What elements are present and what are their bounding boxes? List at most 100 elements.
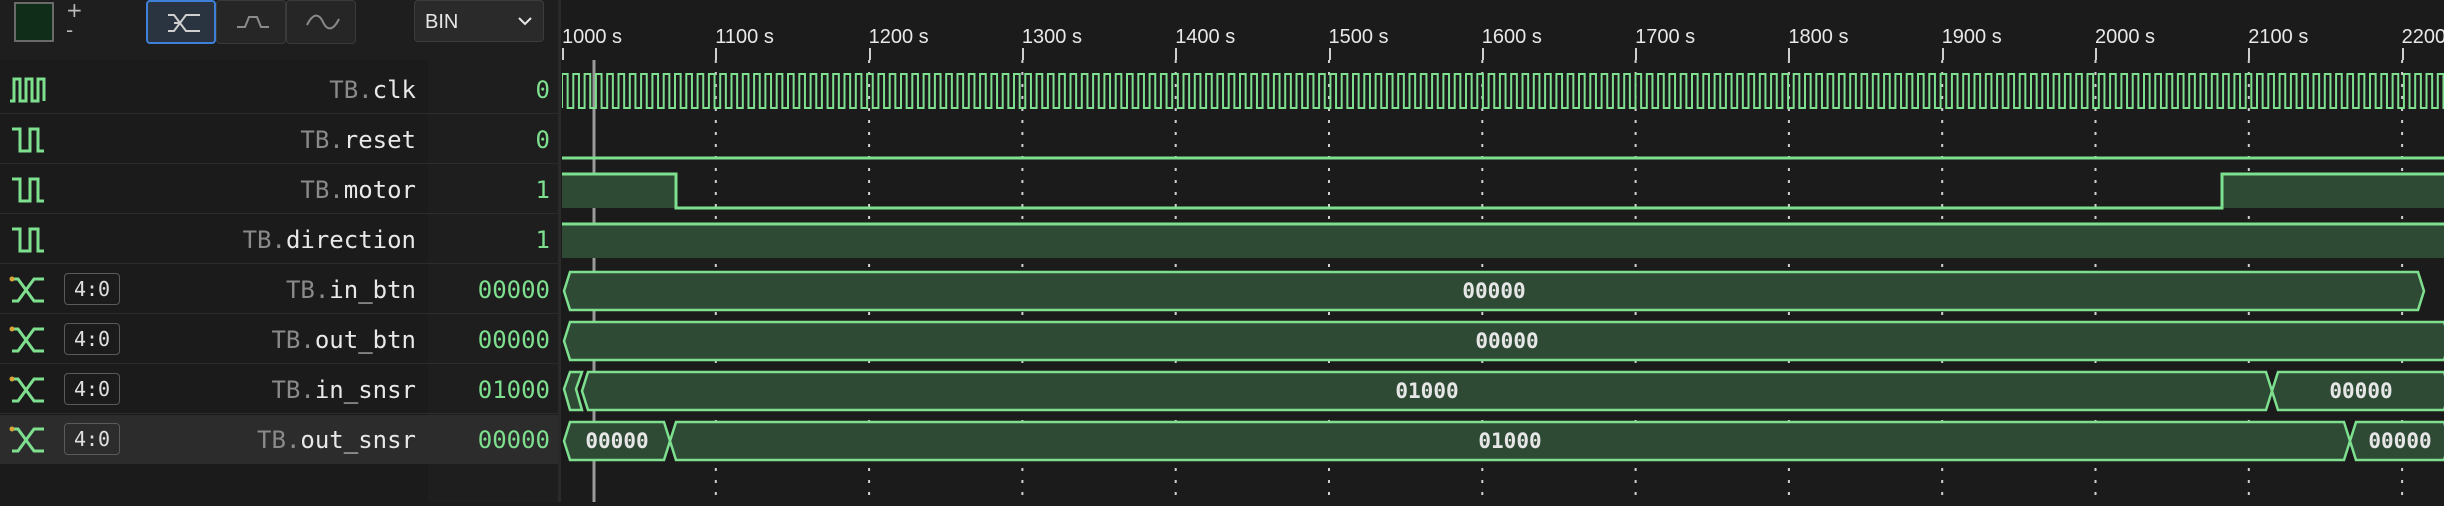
signal-value-text: 00000 [477,276,550,304]
signal-value-direction: 1 [428,215,560,264]
signal-value-out_btn: 00000 [428,315,560,364]
motor-high-fill [562,174,676,208]
out-snsr-segment-label: 01000 [1478,429,1541,453]
in-btn-segment-label: 00000 [1462,279,1525,303]
ruler-tick-mark [2401,48,2404,60]
signal-value-text: 1 [535,226,550,254]
signal-scope: TB. [300,126,344,154]
waveform-canvas[interactable]: 00000 00000 01000 00000 00000 01000 00000 [561,60,2444,502]
signal-name: TB.motor [300,176,416,204]
motor-high-fill [2222,174,2444,208]
format-select[interactable]: BIN [414,0,544,42]
ruler-tick-mark [1941,48,1944,60]
ruler-tick-mark [562,48,564,60]
signal-row-in_snsr[interactable]: 4:0 TB.in_snsr [0,365,428,414]
signal-row-in_btn[interactable]: 4:0 TB.in_btn [0,265,428,314]
bus-icon [168,14,200,32]
signal-value-out_snsr: 00000 [428,415,560,464]
signal-name: TB.out_btn [271,326,416,354]
color-swatch[interactable] [14,2,54,42]
signal-value-text: 0 [535,126,550,154]
signal-value-text: 00000 [477,326,550,354]
signal-value-panel: 0 0 1 1 00000 00000 01000 00000 [428,60,560,502]
bit-signal-icon [8,225,48,259]
bit-range-badge[interactable]: 4:0 [64,423,120,455]
remove-button[interactable]: - [66,18,73,42]
out-snsr-segment-label: 00000 [2368,429,2431,453]
waveform-area[interactable]: 00000 00000 01000 00000 00000 01000 00000 [561,60,2444,502]
ruler-tick-label: 2100 s [2248,26,2309,48]
bit-range-badge[interactable]: 4:0 [64,273,120,305]
ruler-tick-label: 2200 [2401,26,2444,48]
signal-value-text: 00000 [477,426,550,454]
bit-signal-icon [8,125,48,159]
ruler-tick-mark [1175,48,1178,60]
ruler-tick-label: 1300 s [1021,26,1082,48]
signal-basename: clk [372,76,416,104]
signal-row-direction[interactable]: TB.direction [0,215,428,264]
signal-value-in_btn: 00000 [428,265,560,314]
signal-row-out_snsr[interactable]: 4:0 TB.out_snsr [0,415,428,464]
ruler-tick-label: 1800 s [1788,26,1849,48]
in-snsr-segment-label: 00000 [2329,379,2392,403]
signal-value-motor: 1 [428,165,560,214]
bus-mode-button[interactable] [146,0,216,44]
signal-basename: in_snsr [314,376,416,404]
ruler-tick-label: 2000 s [2095,26,2156,48]
panel-divider[interactable] [558,0,561,502]
analog-icon [306,14,340,30]
out-snsr-segment-label: 00000 [585,429,648,453]
motor-wave [562,172,2444,210]
ruler-tick-mark [2095,48,2097,60]
step-mode-button[interactable] [216,0,286,44]
bus-signal-icon [8,375,48,409]
clk-wave [561,73,2444,109]
signal-basename: motor [343,176,416,204]
signal-row-reset[interactable]: TB.reset [0,115,428,164]
ruler-tick-label: 1100 s [715,26,774,48]
signal-value-reset: 0 [428,115,560,164]
ruler-tick-label: 1600 s [1481,26,1542,48]
bit-range-badge[interactable]: 4:0 [64,323,120,355]
format-select-value: BIN [425,11,459,33]
ruler-tick-mark [2248,48,2251,60]
signal-row-clk[interactable]: TB.clk [0,65,428,114]
ruler-tick-mark [1481,48,1484,60]
signal-scope: TB. [242,226,286,254]
time-ruler[interactable]: 1000 s 1100 s 1200 s 1300 s 1400 s 1500 s 1600… [562,0,2444,60]
signal-name: TB.direction [243,226,416,254]
in-snsr-glitch [562,370,584,412]
signal-name: TB.in_btn [286,276,416,304]
signal-scope: TB. [285,276,330,304]
bit-range-badge[interactable]: 4:0 [64,373,120,405]
signal-row-motor[interactable]: TB.motor [0,165,428,214]
ruler-tick-label: 1000 s [562,26,623,48]
signal-value-in_snsr: 01000 [428,365,560,414]
step-icon [237,16,269,28]
ruler-tick-label: 1200 s [868,26,929,48]
signal-value-clk: 0 [428,65,560,114]
analog-mode-button[interactable] [286,0,356,44]
ruler-tick-mark [1635,48,1638,60]
out-btn-segment-label: 00000 [1475,329,1538,353]
signal-row-out_btn[interactable]: 4:0 TB.out_btn [0,315,428,364]
ruler-tick-mark [1021,48,1024,60]
signal-name: TB.out_snsr [257,426,416,454]
bus-signal-icon [8,325,48,359]
ruler-tick-label: 1700 s [1635,26,1696,48]
signal-name: TB.reset [300,126,416,154]
ruler-tick-mark [1328,48,1331,60]
signal-scope: TB. [257,426,301,454]
signal-name: TB.in_snsr [271,376,416,404]
signal-scope: TB. [271,326,315,354]
signal-value-text: 01000 [477,376,550,404]
ruler-tick-label: 1900 s [1941,26,2002,48]
ruler-tick-mark [868,48,871,60]
signal-basename: reset [343,126,416,154]
ruler-tick-mark [715,48,718,60]
signal-scope: TB. [300,176,344,204]
in-snsr-segment-label: 01000 [1395,379,1458,403]
ruler-tick-label: 1400 s [1175,26,1236,48]
signal-basename: out_btn [314,326,416,354]
ruler-tick-label: 1500 s [1328,26,1389,48]
